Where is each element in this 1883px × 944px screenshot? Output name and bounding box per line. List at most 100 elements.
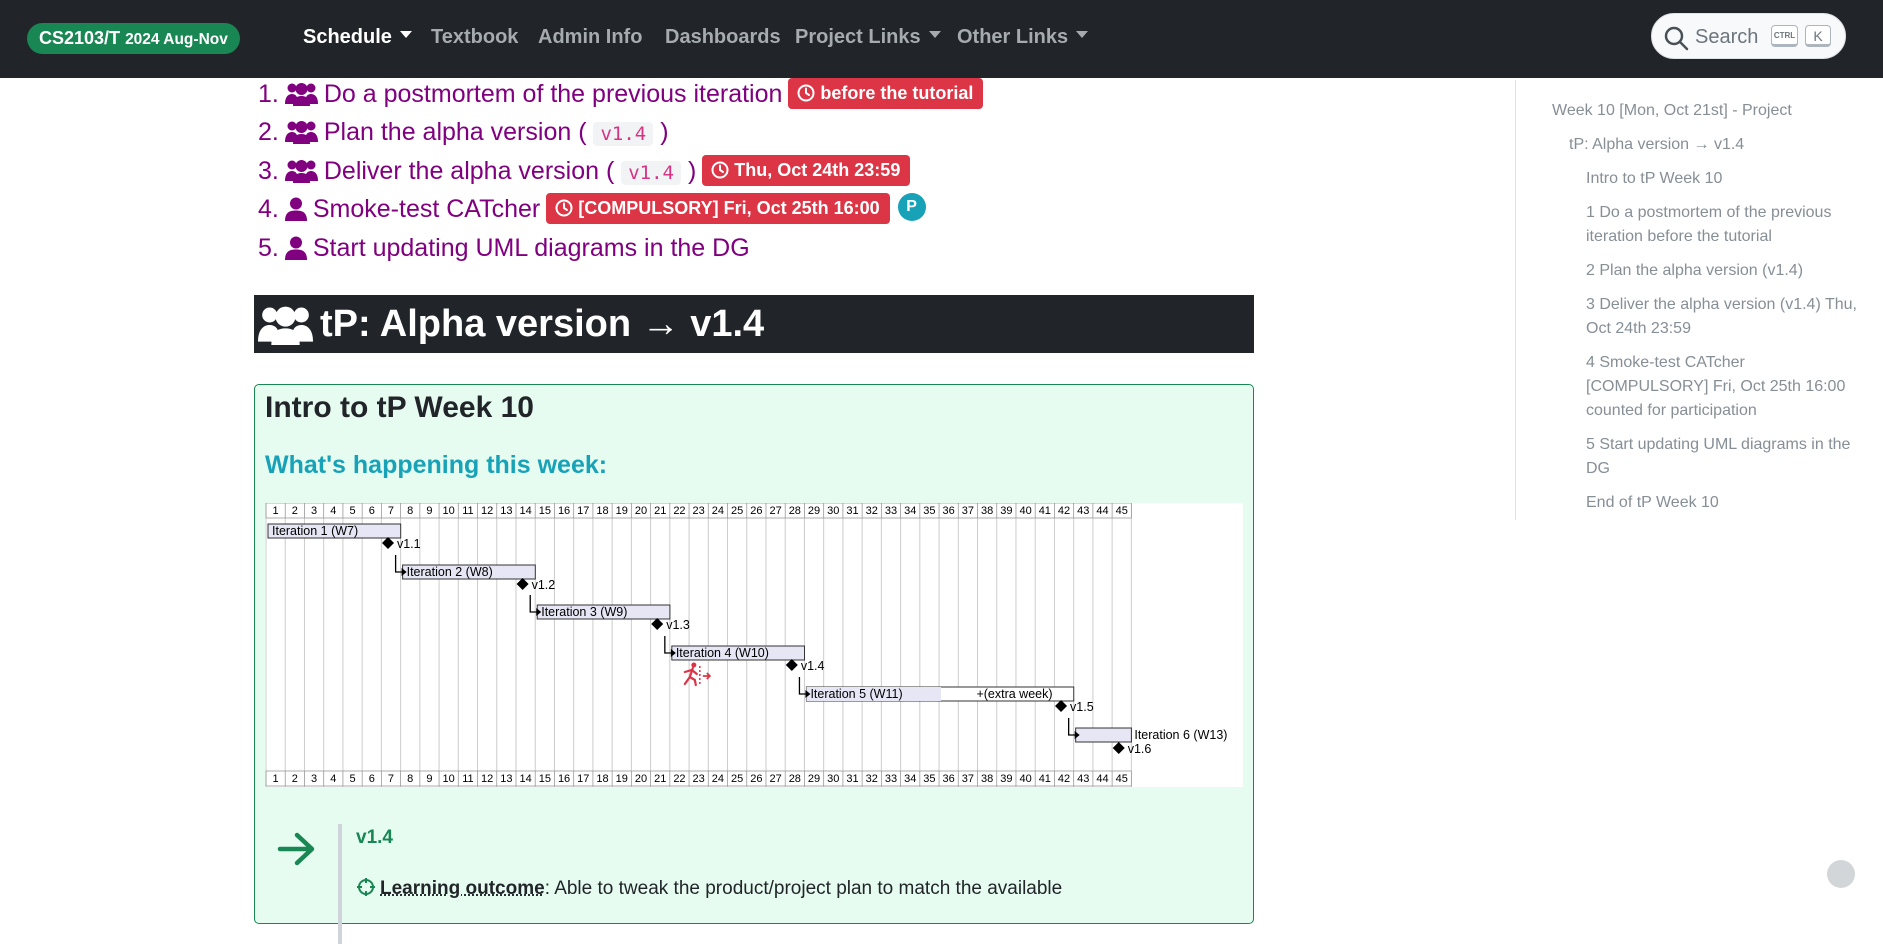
milestone-label: v1.3 xyxy=(666,618,690,632)
search-icon xyxy=(1664,26,1689,51)
week-tick-label: 42 xyxy=(1058,773,1070,785)
deadline-badge: [COMPULSORY] Fri, Oct 25th 16:00 xyxy=(546,193,890,224)
task-item-4[interactable]: 4. Smoke-test CATcher [COMPULSORY] Fri, Oc… xyxy=(258,192,926,226)
search-button[interactable]: Search CTRL K xyxy=(1651,13,1846,59)
week-tick-label: 1 xyxy=(273,505,279,517)
week-tick-label: 2 xyxy=(292,773,298,785)
participation-badge[interactable]: P xyxy=(897,193,926,221)
intro-title: Intro to tP Week 10 xyxy=(265,391,534,424)
week-tick-label: 14 xyxy=(519,773,531,785)
toc-item[interactable]: End of tP Week 10 xyxy=(1586,491,1866,515)
week-tick-label: 39 xyxy=(1000,505,1012,517)
week-tick-label: 32 xyxy=(866,773,878,785)
users-icon xyxy=(258,306,313,345)
week-tick-label: 17 xyxy=(577,505,589,517)
nav-admin-info[interactable]: Admin Info xyxy=(538,0,642,78)
week-tick-label: 4 xyxy=(330,505,336,517)
week-tick-label: 36 xyxy=(943,505,955,517)
exit-arrow xyxy=(702,672,712,680)
deadline-badge: before the tutorial xyxy=(788,78,984,109)
toc-item[interactable]: tP: Alpha version → v1.4 xyxy=(1569,133,1859,157)
week-tick-label: 40 xyxy=(1019,773,1031,785)
crosshair-icon xyxy=(357,878,375,896)
iteration-timeline: 1122334455667788991010111112121313141415… xyxy=(265,503,1243,787)
toc-item[interactable]: 3 Deliver the alpha version (v1.4) Thu, … xyxy=(1586,293,1866,341)
week-tick-label: 20 xyxy=(635,505,647,517)
toc-item[interactable]: Intro to tP Week 10 xyxy=(1586,167,1866,191)
week-tick-label: 24 xyxy=(712,773,724,785)
week-tick-label: 18 xyxy=(596,773,608,785)
week-tick-label: 32 xyxy=(866,505,878,517)
week-tick-label: 9 xyxy=(426,505,432,517)
week-tick-label: 7 xyxy=(388,773,394,785)
week-tick-label: 6 xyxy=(369,505,375,517)
toc-item[interactable]: 2 Plan the alpha version (v1.4) xyxy=(1586,259,1871,283)
users-icon xyxy=(284,119,318,153)
week-tick-label: 30 xyxy=(827,505,839,517)
week-tick-label: 45 xyxy=(1116,505,1128,517)
week-tick-label: 21 xyxy=(654,505,666,517)
user-icon xyxy=(284,196,307,230)
milestone-diamond xyxy=(785,659,798,671)
scroll-to-top-button[interactable] xyxy=(1827,860,1855,888)
week-tick-label: 24 xyxy=(712,505,724,517)
chevron-down-icon xyxy=(928,31,941,39)
task-title-post: ) xyxy=(660,118,669,146)
nav-textbook[interactable]: Textbook xyxy=(431,0,518,78)
task-item-5[interactable]: 5. Start updating UML diagrams in the DG xyxy=(258,231,750,265)
clock-icon xyxy=(711,158,729,189)
users-icon xyxy=(284,81,318,115)
week-tick-label: 27 xyxy=(769,505,781,517)
week-tick-label: 19 xyxy=(616,773,628,785)
week-tick-label: 40 xyxy=(1019,505,1031,517)
task-number: 2. xyxy=(258,118,279,146)
week-tick-label: 25 xyxy=(731,505,743,517)
task-number: 3. xyxy=(258,157,279,185)
course-brand[interactable]: CS2103/T 2024 Aug-Nov xyxy=(27,23,240,54)
week-tick-label: 2 xyxy=(292,505,298,517)
toc-item[interactable]: 4 Smoke-test CATcher [COMPULSORY] Fri, O… xyxy=(1586,351,1871,423)
running-person-icon xyxy=(691,662,697,668)
nav-project-links[interactable]: Project Links xyxy=(795,0,941,78)
week-tick-label: 28 xyxy=(789,505,801,517)
brand-term: 2024 Aug-Nov xyxy=(125,31,228,48)
week-tick-label: 8 xyxy=(407,773,413,785)
week-tick-label: 34 xyxy=(904,773,916,785)
week-tick-label: 33 xyxy=(885,773,897,785)
task-item-1[interactable]: 1. Do a postmortem of the previous iterat… xyxy=(258,77,984,111)
week-tick-label: 43 xyxy=(1077,773,1089,785)
week-tick-label: 9 xyxy=(426,773,432,785)
milestone-label: v1.1 xyxy=(397,537,421,551)
task-number: 1. xyxy=(258,80,279,108)
iteration-label: Iteration 5 (W11) xyxy=(810,687,902,701)
nav-other-links-label: Other Links xyxy=(957,26,1069,48)
week-tick-label: 41 xyxy=(1039,505,1051,517)
nav-other-links[interactable]: Other Links xyxy=(957,0,1089,78)
nav-project-links-label: Project Links xyxy=(795,26,921,48)
version-code: v1.4 xyxy=(593,122,654,146)
toc-item[interactable]: 5 Start updating UML diagrams in the DG xyxy=(1586,433,1871,481)
task-title-post: ) xyxy=(687,157,697,185)
task-title: Do a postmortem of the previous iteratio… xyxy=(323,80,783,108)
toc-item[interactable]: Week 10 [Mon, Oct 21st] - Project xyxy=(1552,99,1852,123)
task-number: 4. xyxy=(258,195,279,223)
week-tick-label: 42 xyxy=(1058,505,1070,517)
nav-schedule[interactable]: Schedule xyxy=(303,0,412,78)
task-title: Smoke-test CATcher xyxy=(312,195,541,223)
iteration-bar xyxy=(1075,727,1132,743)
milestone-label: v1.6 xyxy=(1128,742,1152,756)
learning-outcome-text: : Able to tweak the product/project plan… xyxy=(544,878,1063,899)
task-item-3[interactable]: 3. Deliver the alpha version ( v1.4 ) Thu,… xyxy=(258,154,911,189)
toc-item[interactable]: 1 Do a postmortem of the previous iterat… xyxy=(1586,201,1871,249)
task-item-2[interactable]: 2. Plan the alpha version ( v1.4 ) xyxy=(258,115,669,149)
week-tick-label: 26 xyxy=(750,505,762,517)
week-tick-label: 33 xyxy=(885,505,897,517)
kbd-ctrl: CTRL xyxy=(1771,25,1798,47)
week-tick-label: 37 xyxy=(962,773,974,785)
week-tick-label: 45 xyxy=(1116,773,1128,785)
top-navbar: CS2103/T 2024 Aug-Nov Schedule Textbook … xyxy=(0,0,1883,78)
milestone-diamond xyxy=(651,618,664,630)
search-placeholder: Search xyxy=(1695,26,1759,48)
week-tick-label: 34 xyxy=(904,505,916,517)
nav-dashboards[interactable]: Dashboards xyxy=(665,0,781,78)
